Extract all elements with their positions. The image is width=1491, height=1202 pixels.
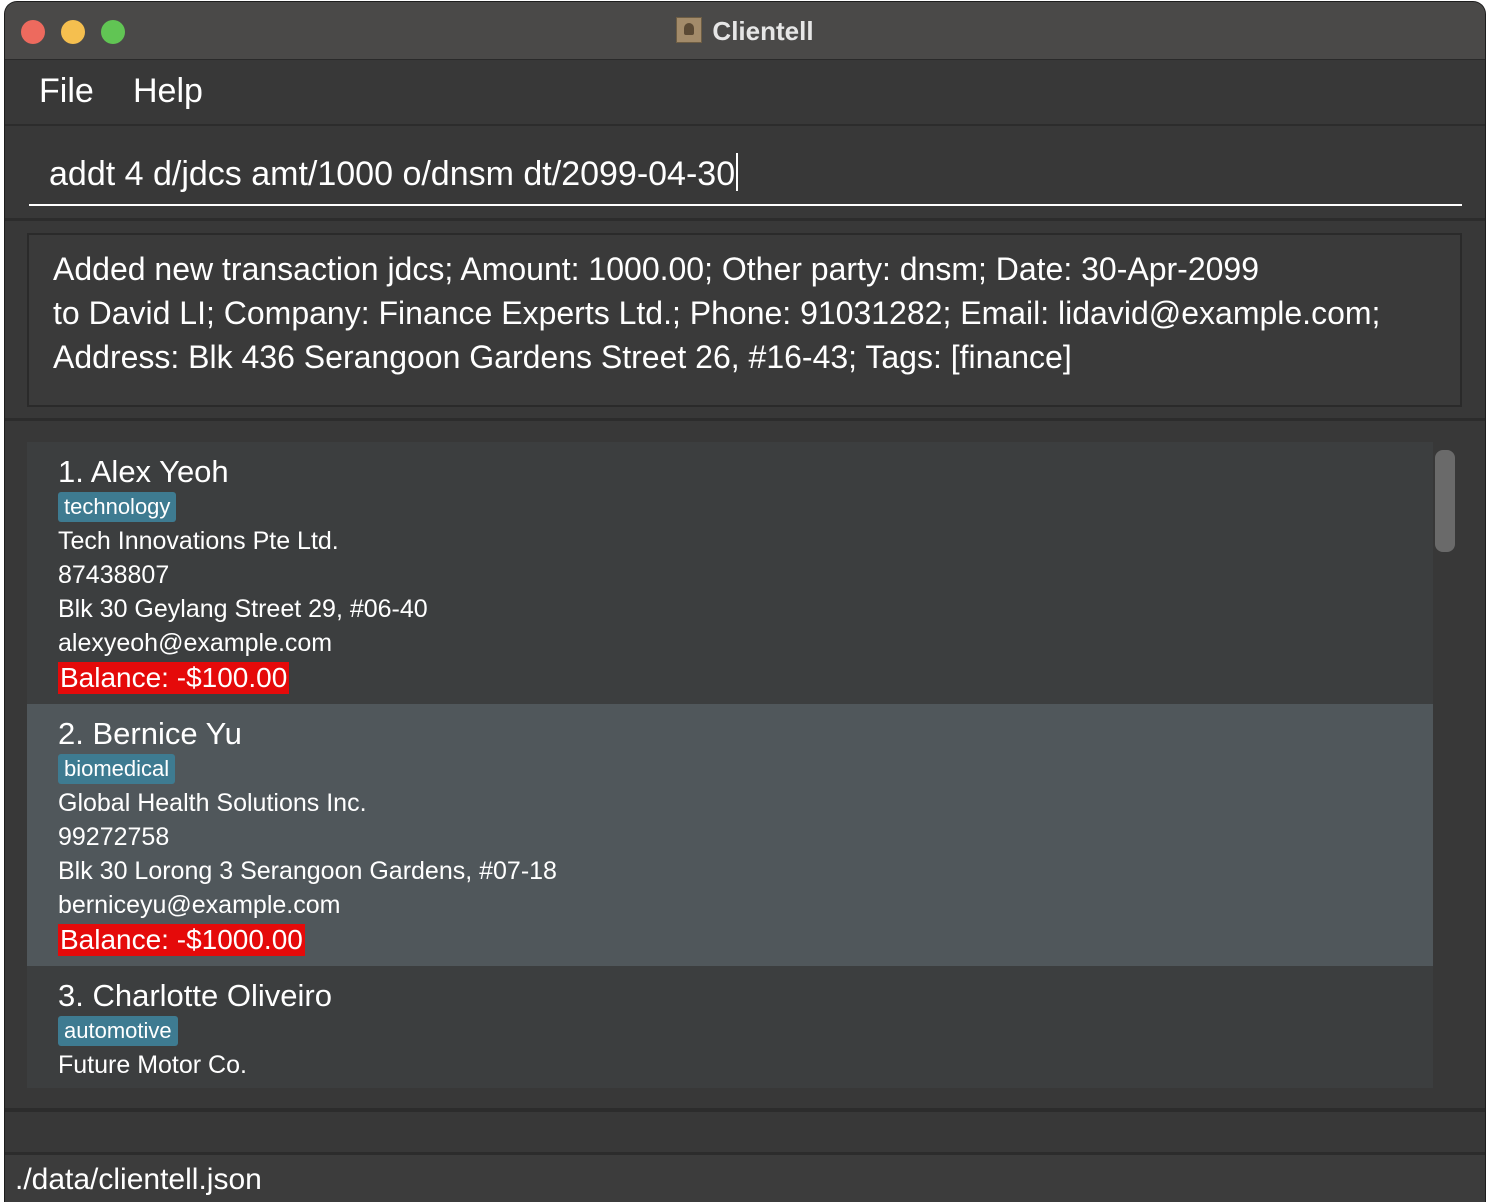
window-title: Clientell: [5, 16, 1485, 47]
command-input[interactable]: addt 4 d/jdcs amt/1000 o/dnsm dt/2099-04…: [29, 144, 1462, 206]
result-line: to David LI; Company: Finance Experts Lt…: [53, 295, 1381, 331]
result-line: Added new transaction jdcs; Amount: 1000…: [53, 251, 1260, 287]
client-list[interactable]: 1. Alex Yeoh technology Tech Innovations…: [27, 442, 1433, 1088]
client-company: Global Health Solutions Inc.: [58, 789, 367, 817]
menu-help[interactable]: Help: [133, 72, 203, 111]
client-tag: automotive: [58, 1016, 178, 1046]
client-email: berniceyu@example.com: [58, 891, 341, 919]
result-line: Address: Blk 436 Serangoon Gardens Stree…: [53, 339, 1072, 375]
contacts-app-icon: [676, 17, 703, 43]
client-address: Blk 30 Lorong 3 Serangoon Gardens, #07-1…: [58, 857, 557, 885]
result-display[interactable]: Added new transaction jdcs; Amount: 1000…: [27, 233, 1462, 407]
client-phone: 99272758: [58, 823, 170, 851]
client-card[interactable]: 1. Alex Yeoh technology Tech Innovations…: [27, 442, 1433, 704]
client-company: Tech Innovations Pte Ltd.: [58, 527, 339, 555]
save-file-path: ./data/clientell.json: [15, 1163, 262, 1196]
list-scrollbar[interactable]: [1435, 450, 1455, 1090]
client-company: Future Motor Co.: [58, 1051, 247, 1079]
list-scrollbar-thumb[interactable]: [1435, 450, 1455, 552]
client-name: 1. Alex Yeoh: [58, 454, 229, 489]
client-phone: 87438807: [58, 561, 170, 589]
menu-bar: File Help: [5, 60, 1485, 126]
title-bar[interactable]: Clientell: [5, 2, 1485, 60]
client-name: 2. Bernice Yu: [58, 716, 242, 751]
status-bar: ./data/clientell.json: [5, 1155, 1485, 1202]
command-input-text: addt 4 d/jdcs amt/1000 o/dnsm dt/2099-04…: [49, 155, 736, 193]
client-card-selected[interactable]: 2. Bernice Yu biomedical Global Health S…: [27, 704, 1433, 966]
app-window: Clientell File Help addt 4 d/jdcs amt/10…: [5, 2, 1485, 1202]
client-card[interactable]: 3. Charlotte Oliveiro automotive Future …: [27, 966, 1433, 1088]
client-tag: biomedical: [58, 754, 176, 784]
client-balance: Balance: -$100.00: [58, 662, 290, 694]
menu-file[interactable]: File: [39, 72, 94, 111]
client-list-panel: 1. Alex Yeoh technology Tech Innovations…: [5, 422, 1485, 1112]
client-name: 3. Charlotte Oliveiro: [58, 978, 332, 1013]
client-email: alexyeoh@example.com: [58, 629, 333, 657]
client-address: Blk 30 Geylang Street 29, #06-40: [58, 595, 428, 623]
client-tag: technology: [58, 492, 177, 522]
panel-divider: [5, 1112, 1485, 1155]
text-caret: [736, 153, 739, 191]
result-display-area: Added new transaction jdcs; Amount: 1000…: [5, 221, 1485, 421]
command-box: addt 4 d/jdcs amt/1000 o/dnsm dt/2099-04…: [5, 126, 1485, 221]
client-balance: Balance: -$1000.00: [58, 924, 305, 956]
window-title-text: Clientell: [712, 16, 814, 46]
